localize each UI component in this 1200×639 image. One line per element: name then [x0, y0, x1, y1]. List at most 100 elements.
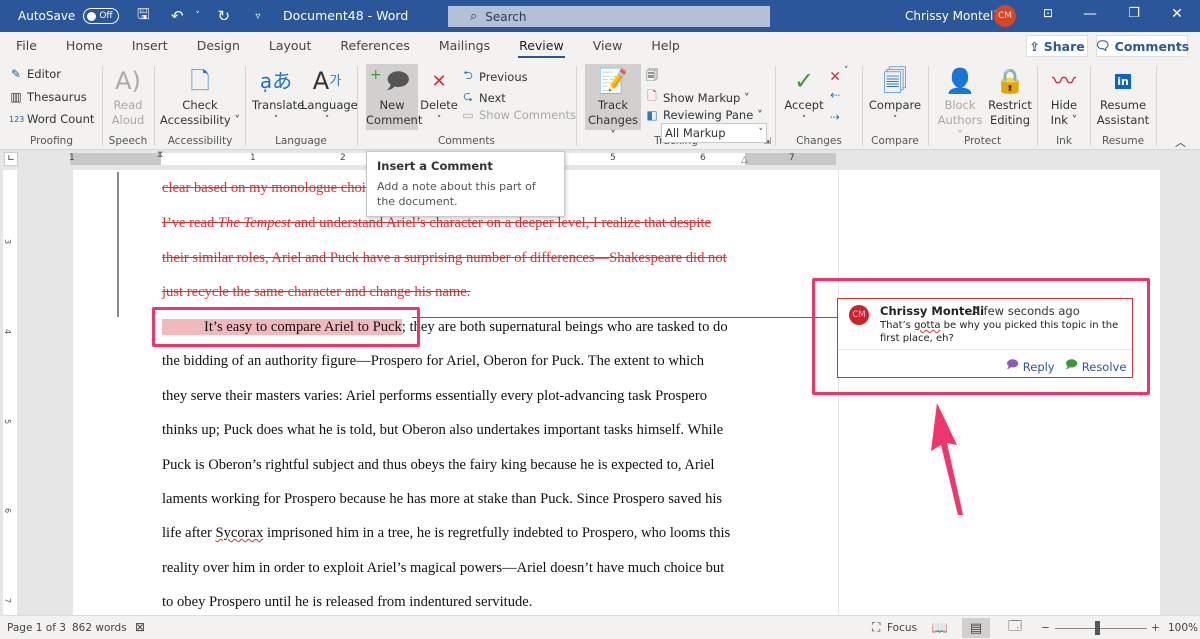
group-changes: ✓ Accept ˅ 🗙 ˅ ⇠ ⇢ Changes — [776, 60, 862, 150]
minimize-icon[interactable]: — — [1080, 6, 1100, 22]
focus-icon[interactable]: ⛶ — [872, 620, 880, 635]
tab-design[interactable]: Design — [181, 32, 253, 60]
tab-insert[interactable]: Insert — [116, 32, 181, 60]
redo-icon[interactable]: ↻ — [214, 7, 234, 25]
word-count[interactable]: 862 words — [72, 622, 127, 634]
zoom-level[interactable]: 100% — [1168, 622, 1198, 634]
reviewing-pane-icon: ◧ — [646, 108, 658, 122]
reviewing-pane-button[interactable]: ◧ Reviewing Pane ˅ — [645, 108, 762, 122]
track-changes-icon: 📝 — [598, 66, 628, 95]
read-aloud-icon: A) — [115, 66, 141, 95]
thesaurus-button[interactable]: ▥ Thesaurus — [9, 90, 86, 104]
resume-assistant-button[interactable]: in Resume Assistant — [1093, 64, 1153, 128]
right-indent-marker-icon[interactable]: △ — [741, 155, 748, 165]
compare-button[interactable]: 🗐 Compare ˅ — [867, 64, 923, 128]
tab-file[interactable]: File — [0, 32, 50, 60]
status-bar: Page 1 of 3 862 words ⊠ ⛶ Focus 📖 ▤ 🗔 − … — [0, 615, 1200, 639]
accept-button[interactable]: ✓ Accept ˅ — [780, 64, 828, 128]
customize-qat-icon[interactable]: ▿ — [248, 11, 268, 22]
undo-dropdown-icon[interactable]: ˅ — [195, 11, 200, 21]
editor-icon: ✎ — [10, 67, 22, 81]
show-markup-button[interactable]: 🗋 Show Markup ˅ — [645, 87, 750, 108]
delete-comment-button[interactable]: ✕ Delete ˅ — [420, 64, 458, 128]
reject-dropdown-icon[interactable]: ˅ — [844, 66, 849, 76]
reject-icon[interactable]: 🗙 — [828, 66, 842, 87]
language-icon: A가 — [312, 66, 342, 95]
zoom-in-button[interactable]: + — [1151, 622, 1160, 634]
restrict-editing-button[interactable]: 🔒 Restrict Editing — [985, 64, 1035, 128]
tab-references[interactable]: References — [324, 32, 422, 60]
autosave-toggle[interactable]: Off — [83, 8, 120, 24]
tab-home[interactable]: Home — [50, 32, 116, 60]
deleted-text-line[interactable]: I’ve read The Tempest and understand Ari… — [162, 215, 711, 232]
word-count-icon: 123 — [9, 114, 25, 124]
read-aloud-button[interactable]: A) Read Aloud — [109, 64, 147, 128]
page-count[interactable]: Page 1 of 3 — [7, 622, 66, 634]
search-box[interactable]: ⌕ Search — [448, 6, 770, 27]
undo-icon[interactable]: ↶ — [167, 7, 187, 25]
restore-icon[interactable]: ❐ — [1124, 6, 1144, 21]
tab-help[interactable]: Help — [635, 32, 693, 60]
document-text-line[interactable]: Puck is Oberon’s rightful subject and th… — [162, 457, 714, 474]
ribbon-display-icon[interactable]: ⊡ — [1038, 6, 1058, 20]
tab-view[interactable]: View — [577, 32, 636, 60]
tab-layout[interactable]: Layout — [253, 32, 325, 60]
spelling-error[interactable]: Sycorax — [215, 525, 263, 541]
share-button[interactable]: ⇪ Share — [1026, 35, 1088, 57]
comment-anchor-line — [412, 317, 838, 318]
zoom-out-button[interactable]: − — [1041, 622, 1050, 634]
proofing-status-icon[interactable]: ⊠ — [135, 620, 145, 634]
comments-button[interactable]: 🗨 Comments — [1095, 35, 1189, 57]
group-accessibility: 🗋 Check Accessibility ˅ Accessibility — [155, 60, 245, 150]
show-comments-icon: ▭ — [462, 108, 474, 122]
previous-change-icon[interactable]: ⇠ — [828, 88, 842, 102]
document-text-line[interactable]: life after Sycorax imprisoned him in a t… — [162, 525, 730, 542]
focus-button[interactable]: Focus — [887, 622, 917, 634]
previous-comment-button[interactable]: ⮌ Previous — [461, 66, 527, 87]
tab-review[interactable]: Review — [503, 32, 577, 60]
zoom-slider-thumb[interactable] — [1095, 621, 1100, 635]
document-text-line[interactable]: thinks up; Puck does what he is told, bu… — [162, 422, 723, 439]
zoom-slider[interactable] — [1055, 628, 1147, 629]
next-comment-button[interactable]: ⮎ Next — [461, 87, 506, 108]
next-change-icon[interactable]: ⇢ — [828, 110, 842, 124]
scroll-area[interactable] — [1160, 170, 1200, 615]
tab-mailings[interactable]: Mailings — [423, 32, 503, 60]
document-text-line[interactable]: laments working for Prospero because he … — [162, 491, 722, 508]
read-mode-icon[interactable]: 📖 — [926, 618, 954, 638]
block-authors-button[interactable]: 👤 Block Authors ˅ — [933, 64, 987, 143]
deleted-text-line[interactable]: just recycle the same character and chan… — [162, 284, 470, 301]
user-avatar[interactable]: CM — [994, 5, 1016, 27]
document-text-line[interactable]: the bidding of an authority figure—Prosp… — [162, 353, 704, 370]
restrict-editing-icon: 🔒 — [995, 66, 1025, 95]
hide-ink-button[interactable]: 〰 Hide Ink ˅ — [1044, 64, 1084, 128]
translate-button[interactable]: ạあ Translate ˅ — [252, 64, 304, 128]
hide-ink-icon: 〰 — [1052, 66, 1076, 95]
web-layout-icon[interactable]: 🗔 — [1001, 618, 1029, 638]
show-comments-button[interactable]: ▭ Show Comments — [461, 108, 576, 122]
print-layout-icon[interactable]: ▤ — [962, 618, 990, 638]
new-comment-button[interactable]: + 🗩 New Comment — [366, 64, 422, 130]
word-count-button[interactable]: 123 Word Count — [9, 112, 94, 126]
indent-marker-icon[interactable]: ⧗ — [157, 150, 163, 160]
document-text-line[interactable]: they serve their masters varies: Ariel p… — [162, 388, 707, 405]
user-name[interactable]: Chrissy Montelli — [905, 9, 1000, 23]
editor-button[interactable]: ✎ Editor — [9, 67, 61, 81]
deleted-text-line[interactable]: their similar roles, Ariel and Puck have… — [162, 250, 727, 267]
save-icon[interactable]: 🖫 — [133, 4, 153, 29]
tab-selector-icon[interactable]: ∟ — [4, 152, 18, 166]
check-accessibility-icon: 🗋 — [190, 66, 210, 95]
collapse-ribbon-icon[interactable]: ︿ — [1175, 134, 1186, 150]
track-changes-button[interactable]: 📝 Track Changes ˅ — [585, 64, 641, 142]
title-bar: AutoSave Off 🖫 ↶ ˅ ↻ ▿ Document48 - Word… — [0, 0, 1200, 32]
group-resume: in Resume Assistant Resume — [1091, 60, 1155, 150]
display-for-review-select[interactable]: All Markup ˅ — [661, 123, 767, 143]
document-text-line[interactable]: to obey Prospero until he is released fr… — [162, 594, 532, 611]
language-button[interactable]: A가 Language ˅ — [301, 64, 358, 128]
close-icon[interactable]: ✕ — [1167, 6, 1187, 22]
compare-icon: 🗐 — [883, 66, 907, 95]
chevron-down-icon: ˅ — [758, 128, 764, 138]
accept-icon: ✓ — [793, 66, 815, 95]
check-accessibility-button[interactable]: 🗋 Check Accessibility ˅ — [159, 64, 241, 128]
document-text-line[interactable]: reality over him in order to exploit Ari… — [162, 560, 724, 577]
